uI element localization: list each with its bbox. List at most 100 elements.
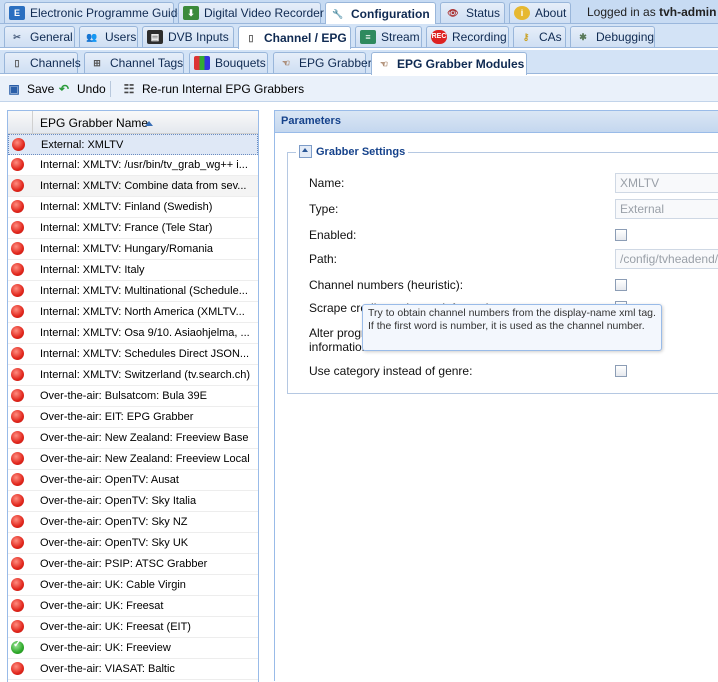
tab-users[interactable]: 👥 Users (79, 26, 138, 47)
channel-numbers-checkbox[interactable] (615, 279, 627, 291)
table-row[interactable]: Internal: XMLTV: Multinational (Schedule… (8, 281, 258, 302)
parameters-panel: Parameters Grabber Settings Name: XMLTV … (274, 110, 718, 681)
enabled-checkbox[interactable] (615, 229, 627, 241)
rerun-grabbers-button[interactable]: ☷ Re-run Internal EPG Grabbers (121, 80, 304, 98)
save-icon: ▣ (8, 82, 20, 96)
sub-tab-bar: ▯ Channels ⊞ Channel Tags Bouquets ☜ EPG… (0, 50, 718, 75)
table-row[interactable]: Internal: XMLTV: Italy (8, 260, 258, 281)
grabber-name: External: XMLTV (41, 139, 124, 151)
name-field[interactable]: XMLTV (615, 173, 718, 193)
table-row[interactable]: Over-the-air: New Zealand: Freeview Loca… (8, 449, 258, 470)
hand-icon: ☜ (379, 59, 389, 69)
grabber-name: Over-the-air: OpenTV: Sky NZ (40, 516, 188, 528)
table-row[interactable]: Internal: XMLTV: Osa 9/10. Asiaohjelma, … (8, 323, 258, 344)
grabber-name: Internal: XMLTV: Osa 9/10. Asiaohjelma, … (40, 327, 250, 339)
grabber-name: Internal: XMLTV: Italy (40, 264, 145, 276)
tab-bouquets[interactable]: Bouquets (189, 52, 268, 73)
table-row[interactable]: Over-the-air: OpenTV: Sky UK (8, 533, 258, 554)
path-field[interactable]: /config/tvheadend/ep (615, 249, 718, 269)
table-row[interactable]: Over-the-air: PSIP: ATSC Grabber (8, 554, 258, 575)
disabled-status-icon (11, 158, 24, 171)
tab-channel-tags[interactable]: ⊞ Channel Tags (84, 52, 184, 73)
tab-recording[interactable]: REC Recording (426, 26, 509, 47)
undo-label: Undo (77, 82, 106, 96)
tab-debugging[interactable]: ✱ Debugging (570, 26, 655, 47)
tab-stream[interactable]: ≡ Stream (355, 26, 422, 47)
tab-configuration-label: Configuration (351, 7, 430, 21)
tab-general[interactable]: ✂ General (4, 26, 75, 47)
table-row[interactable]: Internal: XMLTV: Switzerland (tv.search.… (8, 365, 258, 386)
name-label: Name: (309, 176, 345, 190)
grabber-name: Internal: XMLTV: Switzerland (tv.search.… (40, 369, 251, 381)
disabled-status-icon (11, 347, 24, 360)
tab-channels[interactable]: ▯ Channels (4, 52, 81, 73)
table-row[interactable]: Over-the-air: OpenTV: Sky NZ (8, 512, 258, 533)
table-row[interactable]: Over-the-air: UK: Freesat (EIT) (8, 617, 258, 638)
tab-dvr-label: Digital Video Recorder (204, 6, 324, 20)
login-prefix: Logged in as (587, 5, 656, 19)
table-row[interactable]: External: XMLTV (8, 134, 258, 155)
grabber-settings-legend[interactable]: Grabber Settings (296, 145, 409, 158)
tab-epg[interactable]: E Electronic Programme Guide (4, 2, 184, 23)
disabled-status-icon (11, 452, 24, 465)
tab-status[interactable]: 👁 Status (440, 2, 505, 23)
tab-channel-epg-label: Channel / EPG (264, 31, 347, 45)
table-row[interactable]: Over-the-air: EIT: EPG Grabber (8, 407, 258, 428)
table-row[interactable]: Over-the-air: UK: Cable Virgin (8, 575, 258, 596)
grabber-name: Over-the-air: OpenTV: Sky UK (40, 537, 189, 549)
table-row[interactable]: Internal: XMLTV: France (Tele Star) (8, 218, 258, 239)
table-row[interactable]: Over-the-air: UK: Freeview (8, 638, 258, 659)
grabber-grid: EPG Grabber Name External: XMLTV Internal… (7, 110, 259, 682)
tab-cas[interactable]: ⚷ CAs (513, 26, 566, 47)
tab-about[interactable]: i About (509, 2, 571, 23)
table-row[interactable]: Over-the-air: Bulsatcom: Bula 39E (8, 386, 258, 407)
tab-channel-epg[interactable]: ▯ Channel / EPG (238, 26, 351, 49)
tab-epg-grabber-modules[interactable]: ☜ EPG Grabber Modules (371, 52, 527, 75)
grabber-name: Over-the-air: New Zealand: Freeview Base (40, 432, 249, 444)
disabled-status-icon (11, 620, 24, 633)
dvr-icon: ⬇ (183, 6, 199, 20)
table-row[interactable]: Over-the-air: VIASAT: Baltic (8, 659, 258, 680)
tab-epg-grabber[interactable]: ☜ EPG Grabber (273, 52, 372, 73)
disabled-status-icon (11, 221, 24, 234)
disabled-status-icon (11, 179, 24, 192)
type-field[interactable]: External (615, 199, 718, 219)
table-row[interactable]: Internal: XMLTV: North America (XMLTV... (8, 302, 258, 323)
use-category-checkbox[interactable] (615, 365, 627, 377)
disabled-status-icon (11, 284, 24, 297)
login-status: Logged in as tvh-admin (587, 5, 716, 19)
table-row[interactable]: Internal: XMLTV: Finland (Swedish) (8, 197, 258, 218)
grabber-settings-title: Grabber Settings (316, 145, 406, 158)
table-row[interactable]: Over-the-air: New Zealand: Freeview Base (8, 428, 258, 449)
table-row[interactable]: Internal: XMLTV: Combine data from sev..… (8, 176, 258, 197)
table-row[interactable]: Internal: XMLTV: Schedules Direct JSON..… (8, 344, 258, 365)
grabber-name: Internal: XMLTV: France (Tele Star) (40, 222, 213, 234)
tooltip: Try to obtain channel numbers from the d… (362, 304, 662, 351)
tools-icon: ✂ (13, 32, 21, 42)
grabber-name: Internal: XMLTV: Finland (Swedish) (40, 201, 213, 213)
grabber-name: Internal: XMLTV: Multinational (Schedule… (40, 285, 248, 297)
wrench-icon: 🔧 (332, 9, 344, 19)
tab-dvr[interactable]: ⬇ Digital Video Recorder (178, 2, 324, 23)
table-row[interactable]: Internal: XMLTV: Hungary/Romania (8, 239, 258, 260)
tab-configuration[interactable]: 🔧 Configuration (325, 2, 436, 25)
bug-icon: ✱ (579, 32, 587, 42)
grabber-name: Over-the-air: VIASAT: Baltic (40, 663, 175, 675)
table-row[interactable]: Over-the-air: OpenTV: Ausat (8, 470, 258, 491)
disabled-status-icon (11, 536, 24, 549)
phone-icon: ▯ (14, 58, 20, 68)
undo-button[interactable]: ↶ Undo (56, 80, 106, 98)
grabber-name: Over-the-air: OpenTV: Sky Italia (40, 495, 197, 507)
grabber-name: Over-the-air: OpenTV: Ausat (40, 474, 179, 486)
disabled-status-icon (11, 578, 24, 591)
table-row[interactable]: Over-the-air: OpenTV: Sky Italia (8, 491, 258, 512)
table-row[interactable]: Over-the-air: UK: Freesat (8, 596, 258, 617)
tab-stream-label: Stream (381, 30, 420, 44)
tab-dvb-inputs[interactable]: ▤ DVB Inputs (142, 26, 234, 47)
disabled-status-icon (11, 263, 24, 276)
column-header-name[interactable]: EPG Grabber Name (40, 116, 148, 130)
table-row[interactable]: Internal: XMLTV: /usr/bin/tv_grab_wg++ i… (8, 155, 258, 176)
save-button[interactable]: ▣ Save (6, 80, 54, 98)
collapse-toggle-icon[interactable] (299, 145, 312, 158)
key-icon: ⚷ (522, 32, 530, 42)
